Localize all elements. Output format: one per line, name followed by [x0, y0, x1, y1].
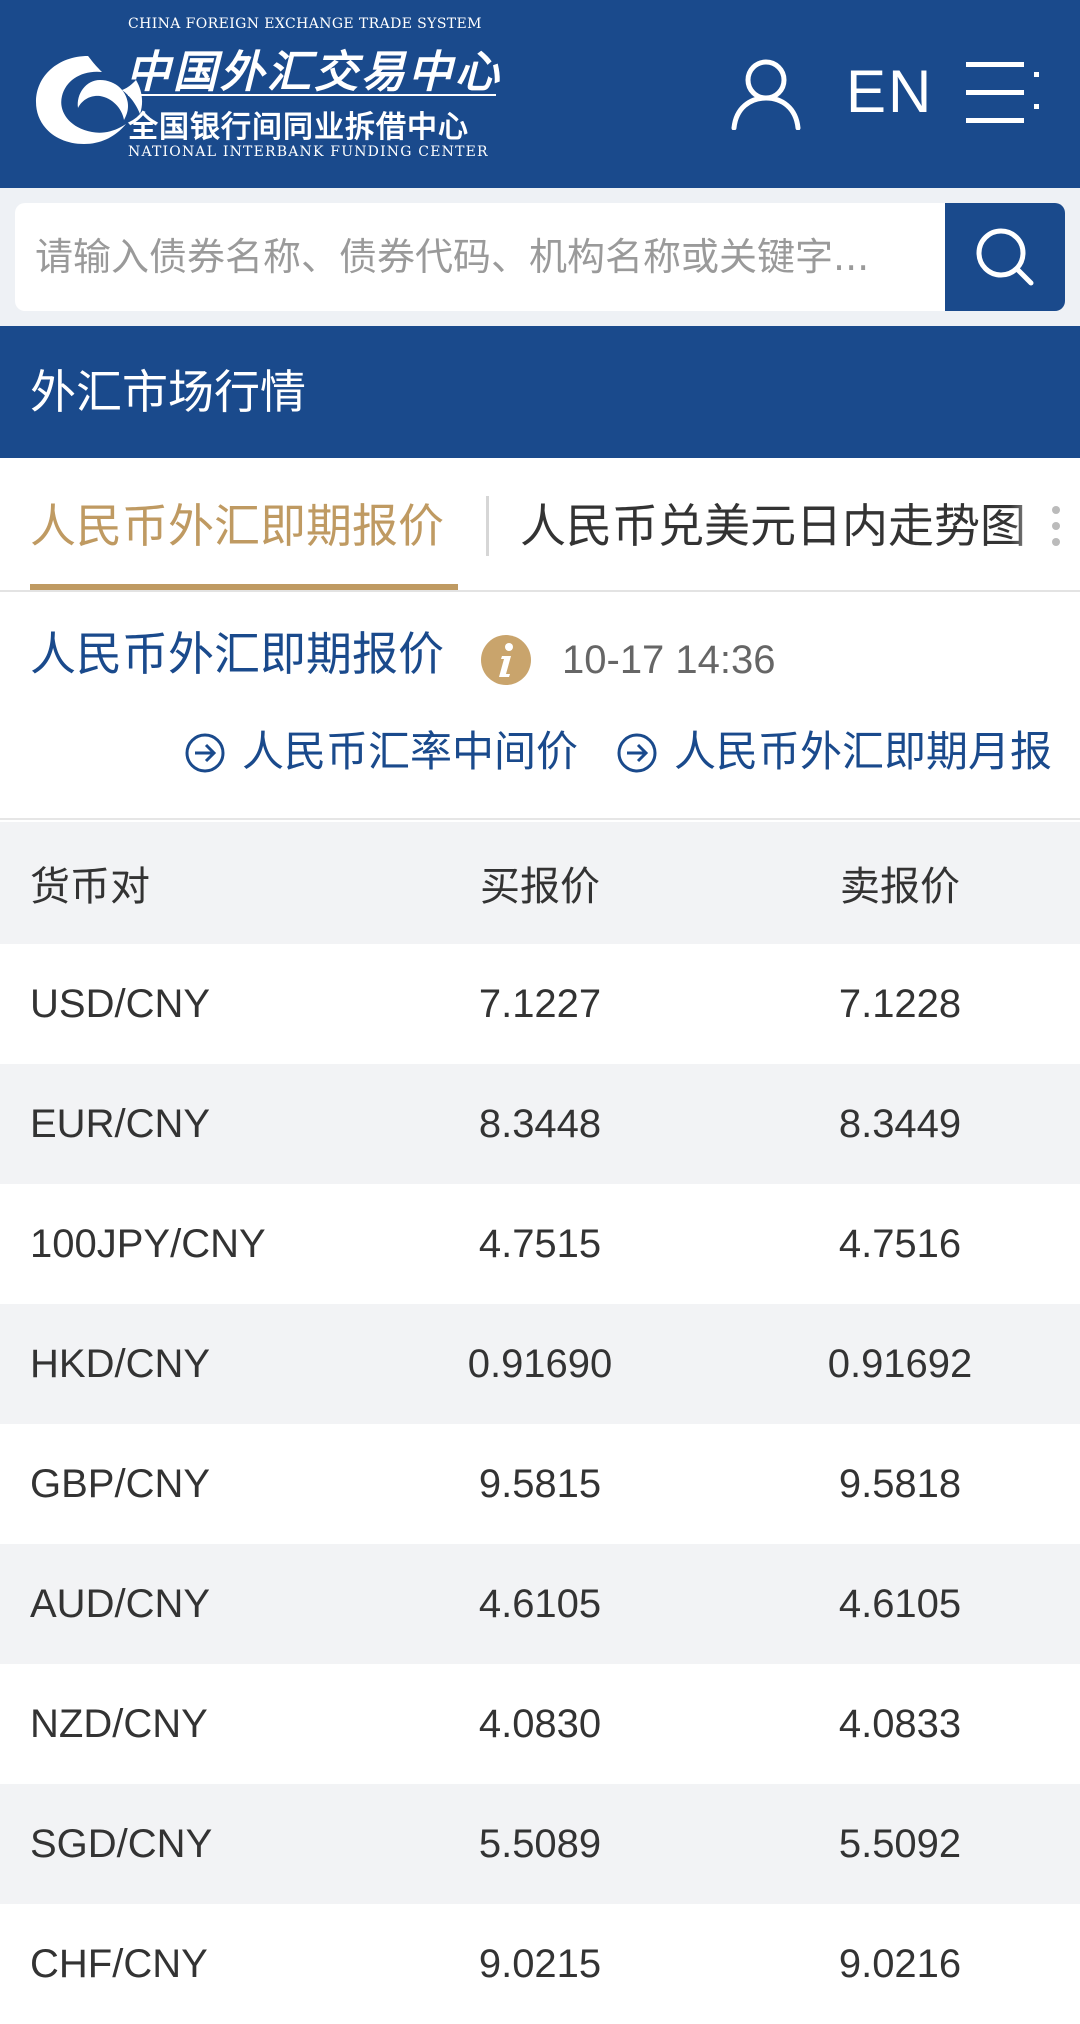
table-row[interactable]: GBP/CNY 9.5815 9.5818: [0, 1424, 1080, 1544]
bid-price: 0.91690: [467, 1341, 613, 1386]
ask-price: 4.7516: [838, 1221, 962, 1266]
arrow-right-circle-icon: [185, 733, 225, 773]
logo-chinese-sub: 全国银行间同业拆借中心: [128, 110, 469, 145]
currency-pair: 100JPY/CNY: [30, 1221, 266, 1266]
ask-price: 8.3449: [838, 1101, 962, 1146]
bid-price: 8.3448: [478, 1101, 602, 1146]
bid-price: 4.7515: [478, 1221, 602, 1266]
quote-header: 人民币外汇即期报价 10-17 14:36 人民币汇率中间价 人民币外汇即期月报: [0, 592, 1080, 820]
table-row[interactable]: NZD/CNY 4.0830 4.0833: [0, 1664, 1080, 1784]
search-icon: [976, 228, 1034, 286]
ask-price: 9.0216: [838, 1941, 962, 1986]
column-header-bid: 买报价: [480, 864, 600, 910]
menu-icon[interactable]: [966, 60, 1042, 126]
quote-table: 货币对 买报价 卖报价 USD/CNY 7.1227 7.1228 EUR/CN…: [0, 822, 1080, 2024]
info-icon[interactable]: [480, 634, 532, 686]
column-header-ask: 卖报价: [840, 864, 960, 910]
active-tab-indicator: [30, 584, 458, 590]
currency-pair: SGD/CNY: [30, 1821, 213, 1866]
arrow-right-circle-icon: [617, 733, 657, 773]
link-label: 人民币外汇即期月报: [674, 727, 1053, 776]
ask-price: 7.1228: [838, 981, 962, 1026]
column-header-pair: 货币对: [30, 864, 150, 910]
site-header: CHINA FOREIGN EXCHANGE TRADE SYSTEM 中国外汇…: [0, 0, 1080, 188]
table-row[interactable]: SGD/CNY 5.5089 5.5092: [0, 1784, 1080, 1904]
currency-pair: USD/CNY: [30, 981, 211, 1026]
link-label: 人民币汇率中间价: [242, 727, 579, 776]
currency-pair: GBP/CNY: [30, 1461, 211, 1506]
bid-price: 4.6105: [478, 1581, 602, 1626]
ask-price: 4.6105: [838, 1581, 962, 1626]
tab-intraday-chart[interactable]: 人民币兑美元日内走势图: [520, 494, 1026, 558]
ask-price: 5.5092: [838, 1821, 962, 1866]
bid-price: 9.0215: [478, 1941, 602, 1986]
table-row[interactable]: CHF/CNY 9.0215 9.0216: [0, 1904, 1080, 2024]
table-row[interactable]: 100JPY/CNY 4.7515 4.7516: [0, 1184, 1080, 1304]
quote-timestamp: 10-17 14:36: [562, 638, 776, 682]
table-row[interactable]: USD/CNY 7.1227 7.1228: [0, 944, 1080, 1064]
site-logo[interactable]: CHINA FOREIGN EXCHANGE TRADE SYSTEM 中国外汇…: [30, 14, 499, 174]
tab-bar: 人民币外汇即期报价 人民币兑美元日内走势图: [0, 458, 1080, 592]
user-icon[interactable]: [728, 58, 804, 130]
currency-pair: EUR/CNY: [30, 1101, 211, 1146]
link-central-parity-rate[interactable]: 人民币汇率中间价: [184, 722, 584, 782]
section-header: 外汇市场行情: [0, 326, 1080, 458]
bid-price: 5.5089: [478, 1821, 602, 1866]
table-row[interactable]: HKD/CNY 0.91690 0.91692: [0, 1304, 1080, 1424]
bid-price: 7.1227: [478, 981, 602, 1026]
logo-divider: [128, 94, 496, 96]
table-header-row: 货币对 买报价 卖报价: [0, 822, 1080, 944]
search-input[interactable]: [15, 203, 945, 311]
table-row[interactable]: AUD/CNY 4.6105 4.6105: [0, 1544, 1080, 1664]
ask-price: 0.91692: [827, 1341, 973, 1386]
currency-pair: NZD/CNY: [30, 1701, 208, 1746]
logo-english-top: CHINA FOREIGN EXCHANGE TRADE SYSTEM: [128, 16, 482, 32]
currency-pair: AUD/CNY: [30, 1581, 211, 1626]
currency-pair: HKD/CNY: [30, 1341, 211, 1386]
bid-price: 9.5815: [478, 1461, 602, 1506]
tab-separator: [486, 496, 489, 556]
tab-spot-quotes[interactable]: 人民币外汇即期报价: [30, 494, 444, 558]
search-button[interactable]: [945, 203, 1065, 311]
ask-price: 9.5818: [838, 1461, 962, 1506]
search-bar: [0, 188, 1080, 326]
quote-title: 人民币外汇即期报价: [30, 627, 444, 681]
language-toggle-button[interactable]: EN: [846, 56, 933, 128]
section-title: 外汇市场行情: [30, 365, 306, 419]
logo-chinese-main: 中国外汇交易中心: [126, 47, 502, 98]
ask-price: 4.0833: [838, 1701, 962, 1746]
currency-pair: CHF/CNY: [30, 1941, 208, 1986]
table-row[interactable]: EUR/CNY 8.3448 8.3449: [0, 1064, 1080, 1184]
logo-english-bottom: NATIONAL INTERBANK FUNDING CENTER: [128, 144, 489, 160]
more-tabs-icon[interactable]: [1050, 502, 1062, 550]
bid-price: 4.0830: [478, 1701, 602, 1746]
tab-overflow-fade: [1010, 458, 1080, 590]
link-spot-monthly-report[interactable]: 人民币外汇即期月报: [616, 722, 1066, 782]
